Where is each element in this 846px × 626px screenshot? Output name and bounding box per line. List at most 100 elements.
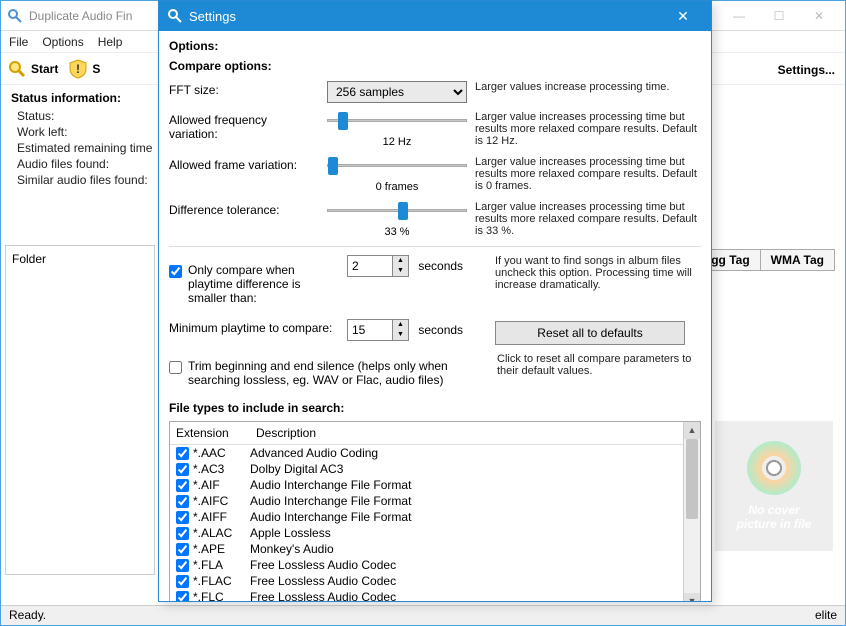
filetype-desc: Audio Interchange File Format [250,478,411,492]
col-description[interactable]: Description [250,422,322,444]
dialog-titlebar[interactable]: Settings ✕ [159,1,711,31]
filetype-desc: Apple Lossless [250,526,331,540]
filetype-checkbox[interactable] [176,463,189,476]
file-types-table: Extension Description *.AAC Advanced Audi… [169,421,701,601]
folder-label: Folder [12,252,46,266]
filetype-desc: Audio Interchange File Format [250,510,411,524]
maximize-button[interactable]: ☐ [759,2,799,30]
scrollbar[interactable]: ▲ ▼ [683,422,700,601]
filetype-checkbox[interactable] [176,543,189,556]
tab-wma-tag[interactable]: WMA Tag [760,249,835,271]
table-row[interactable]: *.FLACFree Lossless Audio Codec [170,573,683,589]
filetype-ext: *.AAC [193,446,226,460]
filetype-desc: Monkey's Audio [250,542,334,556]
only-compare-unit: seconds [418,259,463,273]
toolbar-warning[interactable]: ! S [68,59,100,79]
filetype-desc: Free Lossless Audio Codec [250,574,396,588]
app-icon [7,8,23,24]
filetype-checkbox[interactable] [176,511,189,524]
menu-file[interactable]: File [9,35,28,49]
file-types-heading: File types to include in search: [169,401,701,415]
filetype-ext: *.AIFF [193,510,227,524]
frame-variation-help: Larger value increases processing time b… [475,156,701,192]
filetype-ext: *.AC3 [193,462,224,476]
fft-size-label: FFT size: [169,81,319,97]
reset-help: Click to reset all compare parameters to… [497,353,701,377]
table-row[interactable]: *.AAC Advanced Audio Coding [170,445,683,461]
diff-tolerance-slider[interactable] [327,201,467,219]
shield-warning-icon: ! [68,59,88,79]
menu-options[interactable]: Options [42,35,83,49]
filetype-checkbox[interactable] [176,591,189,602]
settings-link[interactable]: Settings... [778,63,835,77]
frame-variation-label: Allowed frame variation: [169,156,319,172]
status-bar-text: Ready. [9,608,46,623]
cover-art-placeholder: No cover picture in file [715,421,833,551]
menu-help[interactable]: Help [98,35,123,49]
frame-variation-value: 0 frames [327,181,467,193]
scroll-thumb[interactable] [686,439,698,519]
status-bar: Ready. elite [1,605,845,625]
trim-silence-checkbox[interactable] [169,361,182,374]
filetype-ext: *.FLC [193,590,224,601]
filetype-checkbox[interactable] [176,479,189,492]
filetype-checkbox[interactable] [176,559,189,572]
status-bar-right: elite [815,608,837,623]
table-row[interactable]: *.AIFF Audio Interchange File Format [170,509,683,525]
min-playtime-input[interactable] [348,320,392,340]
table-row[interactable]: *.ALAC Apple Lossless [170,525,683,541]
filetype-desc: Advanced Audio Coding [250,446,378,460]
diff-tolerance-help: Larger value increases processing time b… [475,201,701,237]
close-button[interactable]: ✕ [799,2,839,30]
filetype-checkbox[interactable] [176,495,189,508]
scroll-up-icon[interactable]: ▲ [684,422,700,439]
min-playtime-spin[interactable]: ▲▼ [347,319,409,341]
minimize-button[interactable]: — [719,2,759,30]
trim-silence-label: Trim beginning and end silence (helps on… [188,359,489,387]
freq-variation-help: Larger value increases processing time b… [475,111,701,147]
spin-down-icon[interactable]: ▼ [393,330,408,340]
table-row[interactable]: *.AC3 Dolby Digital AC3 [170,461,683,477]
freq-variation-value: 12 Hz [327,136,467,148]
dialog-close-button[interactable]: ✕ [663,8,703,25]
filetype-desc: Audio Interchange File Format [250,494,411,508]
table-row[interactable]: *.AIFC Audio Interchange File Format [170,493,683,509]
fft-size-select[interactable]: 256 samples [327,81,467,103]
table-row[interactable]: *.AIFAudio Interchange File Format [170,477,683,493]
filetype-checkbox[interactable] [176,575,189,588]
frame-variation-slider[interactable] [327,156,467,174]
filetype-desc: Free Lossless Audio Codec [250,558,396,572]
min-playtime-label: Minimum playtime to compare: [169,319,339,335]
scroll-down-icon[interactable]: ▼ [684,593,700,601]
only-compare-input[interactable] [348,256,392,276]
freq-variation-slider[interactable] [327,111,467,129]
table-row[interactable]: *.APE Monkey's Audio [170,541,683,557]
settings-dialog: Settings ✕ Options: Compare options: FFT… [158,0,712,602]
toolbar-start[interactable]: Start [7,59,58,79]
search-icon [7,59,27,79]
app-icon [167,8,183,24]
table-row[interactable]: *.FLCFree Lossless Audio Codec [170,589,683,601]
filetype-checkbox[interactable] [176,527,189,540]
diff-tolerance-value: 33 % [327,226,467,238]
only-compare-label: Only compare when playtime difference is… [188,263,339,305]
only-compare-spin[interactable]: ▲▼ [347,255,409,277]
spin-up-icon[interactable]: ▲ [393,320,408,330]
filetype-desc: Dolby Digital AC3 [250,462,343,476]
filetype-ext: *.ALAC [193,526,232,540]
svg-text:!: ! [76,62,80,76]
col-extension[interactable]: Extension [170,422,250,444]
reset-defaults-button[interactable]: Reset all to defaults [495,321,685,345]
table-row[interactable]: *.FLA Free Lossless Audio Codec [170,557,683,573]
tags-row: Ogg Tag WMA Tag [692,249,835,271]
filetype-ext: *.AIFC [193,494,228,508]
only-compare-checkbox[interactable] [169,265,182,278]
disc-icon [747,441,801,495]
spin-down-icon[interactable]: ▼ [393,266,408,276]
dialog-title: Settings [189,9,236,24]
filetype-checkbox[interactable] [176,447,189,460]
filetype-ext: *.FLA [193,558,223,572]
filetype-ext: *.APE [193,542,225,556]
spin-up-icon[interactable]: ▲ [393,256,408,266]
min-playtime-unit: seconds [418,323,463,337]
